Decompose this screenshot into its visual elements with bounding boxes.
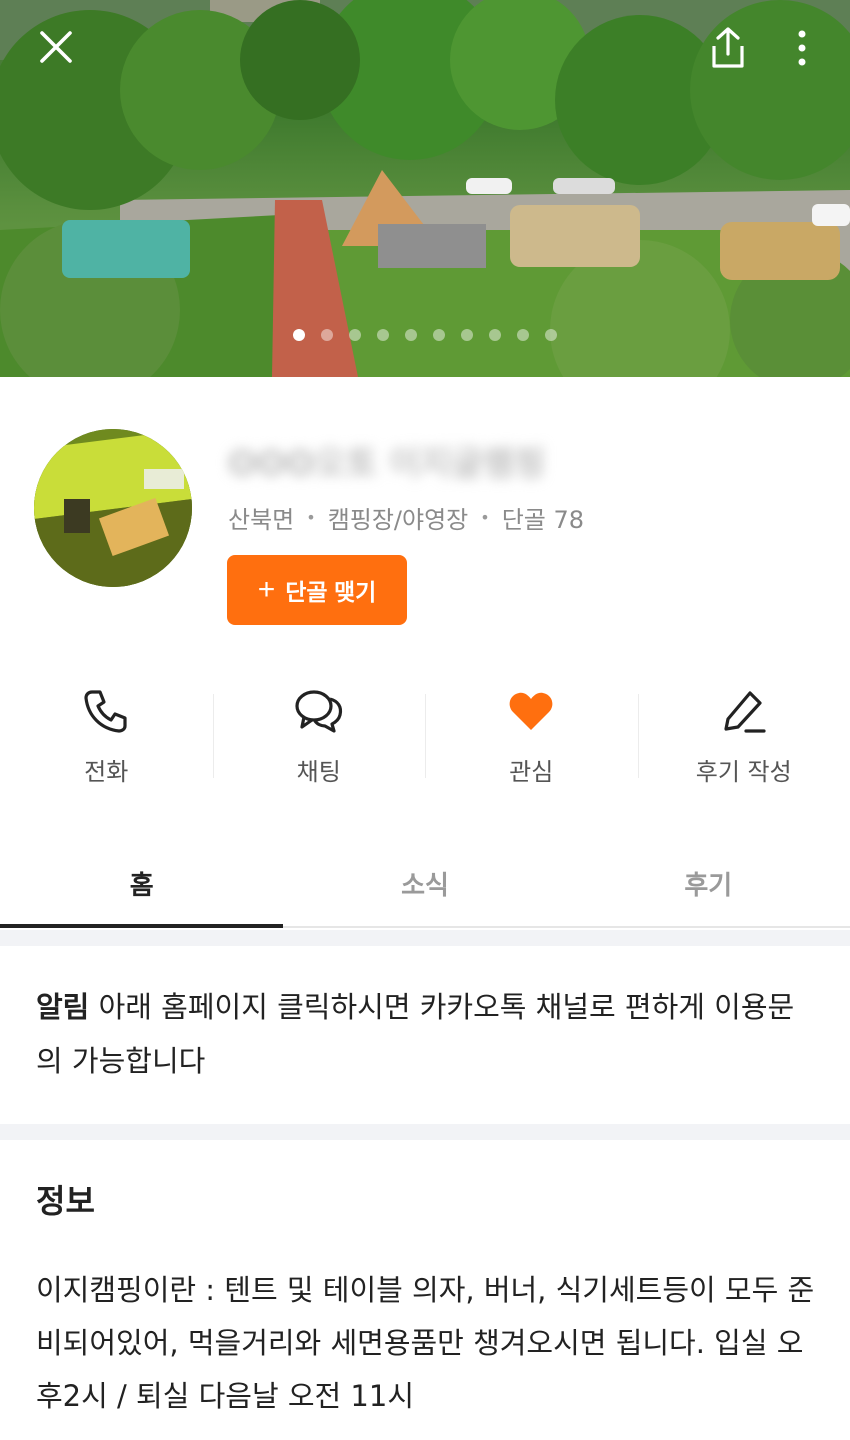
carousel-dot[interactable] <box>321 329 333 341</box>
carousel-dot[interactable] <box>461 329 473 341</box>
write-review-label: 후기 작성 <box>695 758 792 786</box>
tab-news[interactable]: 소식 <box>283 840 566 926</box>
section-divider <box>0 930 850 946</box>
call-button[interactable]: 전화 <box>0 680 213 790</box>
carousel-dot[interactable] <box>489 329 501 341</box>
regulars-count: 단골 78 <box>501 506 585 534</box>
notice-section[interactable]: 알림 아래 홈페이지 클릭하시면 카카오톡 채널로 편하게 이용문의 가능합니다 <box>36 980 816 1088</box>
notice-text: 아래 홈페이지 클릭하시면 카카오톡 채널로 편하게 이용문의 가능합니다 <box>36 990 795 1078</box>
plus-icon: + <box>257 573 276 606</box>
carousel-dot[interactable] <box>517 329 529 341</box>
action-bar: 전화 채팅 관심 후기 작성 <box>0 680 850 790</box>
hero-photo-carousel[interactable] <box>0 0 850 377</box>
favorite-label: 관심 <box>509 758 554 786</box>
carousel-dot[interactable] <box>545 329 557 341</box>
share-icon <box>712 27 744 68</box>
chat-label: 채팅 <box>296 758 341 786</box>
follow-button-label: 단골 맺기 <box>285 579 377 605</box>
store-name: OOO오토 이지글램핑 <box>228 444 546 484</box>
call-label: 전화 <box>84 758 129 786</box>
pencil-icon <box>724 691 766 733</box>
separator-dot: • <box>480 508 490 527</box>
follow-regular-button[interactable]: + 단골 맺기 <box>227 555 407 625</box>
carousel-indicator <box>0 329 850 341</box>
close-button[interactable] <box>28 19 84 75</box>
more-vertical-icon <box>798 30 806 66</box>
section-divider <box>0 1124 850 1140</box>
tab-bar: 홈 소식 후기 <box>0 840 850 928</box>
tab-reviews[interactable]: 후기 <box>567 840 850 926</box>
carousel-dot[interactable] <box>349 329 361 341</box>
favorite-button[interactable]: 관심 <box>425 680 638 790</box>
carousel-dot[interactable] <box>377 329 389 341</box>
separator-dot: • <box>306 508 316 527</box>
info-heading: 정보 <box>36 1182 95 1220</box>
close-icon <box>40 31 72 63</box>
phone-icon <box>84 690 127 733</box>
chat-button[interactable]: 채팅 <box>212 680 426 790</box>
store-avatar[interactable] <box>34 429 192 587</box>
carousel-dot[interactable] <box>433 329 445 341</box>
share-button[interactable] <box>700 20 756 76</box>
carousel-dot[interactable] <box>405 329 417 341</box>
chat-icon <box>295 690 342 733</box>
info-description: 이지캠핑이란 : 텐트 및 테이블 의자, 버너, 식기세트등이 모두 준비되어… <box>36 1273 815 1413</box>
store-meta: 산북면 • 캠핑장/야영장 • 단골 78 <box>228 500 584 535</box>
notice-tag: 알림 <box>36 990 90 1024</box>
write-review-button[interactable]: 후기 작성 <box>637 680 850 790</box>
tab-home[interactable]: 홈 <box>0 840 284 928</box>
carousel-dot[interactable] <box>293 329 305 341</box>
more-button[interactable] <box>774 20 830 76</box>
location-label: 산북면 <box>228 506 295 534</box>
heart-icon <box>509 692 553 730</box>
tent-interior-photo <box>34 429 192 587</box>
category-label: 캠핑장/야영장 <box>327 506 469 534</box>
